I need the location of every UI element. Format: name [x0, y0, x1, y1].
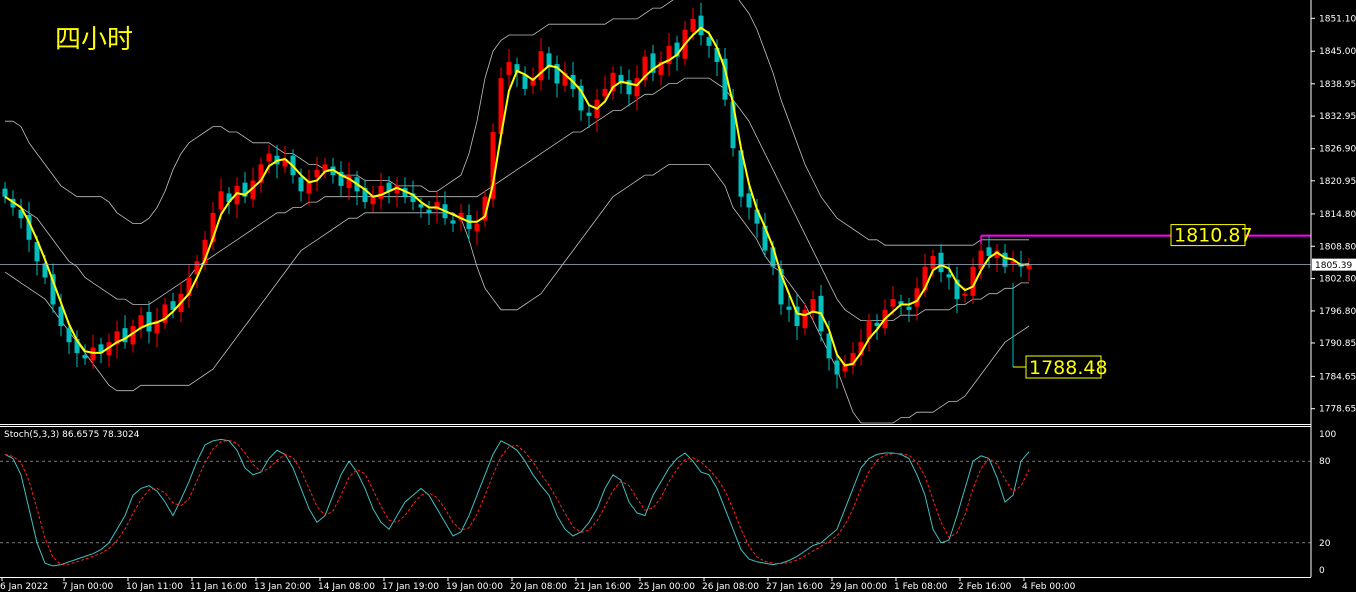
candle-body — [602, 88, 608, 97]
low-label: 1788.48 — [1029, 357, 1108, 379]
x-tick-label: 19 Jan 00:00 — [446, 582, 503, 592]
x-tick-label: 29 Jan 00:00 — [830, 582, 887, 592]
x-tick-label: 14 Jan 08:00 — [318, 582, 375, 592]
candle-body — [962, 293, 968, 296]
candle-body — [506, 61, 512, 75]
candle-body — [698, 15, 704, 36]
axes: 1805.39 1851.10 1845.00 1838.95 1832.95 1826.… — [0, 0, 1356, 592]
y-tick-label: 1802.80 — [1319, 275, 1356, 285]
x-tick-label: 7 Jan 00:00 — [62, 582, 114, 592]
bollinger-upper — [5, 0, 1029, 246]
candle-body — [2, 188, 8, 197]
candle-body — [522, 74, 528, 89]
candle-body — [986, 247, 992, 256]
stoch-y-tick-label: 100 — [1319, 430, 1336, 440]
candle-body — [938, 252, 944, 273]
stoch-y-tick-label: 0 — [1319, 566, 1325, 576]
x-tick-label: 20 Jan 08:00 — [510, 582, 567, 592]
x-tick-label: 27 Jan 16:00 — [766, 582, 823, 592]
x-tick-label: 26 Jan 08:00 — [702, 582, 759, 592]
x-tick-label: 10 Jan 11:00 — [126, 582, 183, 592]
candle-body — [66, 328, 72, 343]
y-tick-label: 1820.95 — [1319, 177, 1356, 187]
bollinger-middle — [4, 77, 1029, 322]
y-tick-label: 1790.85 — [1319, 339, 1356, 349]
candle-body — [810, 299, 816, 312]
y-tick-label: 1851.10 — [1319, 14, 1356, 24]
candle-body — [586, 112, 592, 116]
candle-body — [418, 204, 424, 208]
candle-body — [930, 255, 936, 269]
x-tick-label: 11 Jan 16:00 — [190, 582, 247, 592]
stoch-y-tick-label: 20 — [1319, 539, 1331, 549]
x-tick-label: 21 Jan 16:00 — [574, 582, 631, 592]
candle-body — [690, 18, 696, 32]
candle-body — [298, 177, 304, 192]
y-tick-label: 1832.95 — [1319, 112, 1356, 122]
y-tick-label: 1778.65 — [1319, 405, 1356, 415]
candle-body — [218, 191, 224, 210]
y-tick-label: 1838.95 — [1319, 80, 1356, 90]
candle-body — [378, 185, 384, 199]
timeframe-title: 四小时 — [55, 25, 133, 55]
trading-chart[interactable]: 1810.87 1788.48 1805.39 1851.10 1845.00 1838… — [0, 0, 1356, 592]
x-tick-label: 17 Jan 19:00 — [382, 582, 439, 592]
resistance-label: 1810.87 — [1174, 225, 1253, 247]
candle-body — [890, 299, 896, 307]
candle-body — [426, 209, 432, 213]
candle-body — [906, 306, 912, 310]
stochastic-label: Stoch(5,3,3) 86.6575 78.3024 — [4, 430, 140, 440]
candle-body — [634, 78, 640, 97]
current-price-label: 1805.39 — [1315, 261, 1352, 271]
candle-body — [746, 193, 752, 208]
y-tick-label: 1808.80 — [1319, 242, 1356, 252]
stoch-d-line — [4, 439, 1030, 566]
x-tick-label: 2 Feb 16:00 — [958, 582, 1012, 592]
y-tick-label: 1826.90 — [1319, 145, 1356, 155]
x-tick-label: 4 Feb 00:00 — [1022, 582, 1076, 592]
y-tick-label: 1814.80 — [1319, 210, 1356, 220]
stoch-y-tick-label: 80 — [1319, 457, 1331, 467]
candle-body — [146, 311, 152, 332]
candle-body — [474, 223, 480, 232]
stochastic-pane[interactable] — [0, 438, 1311, 567]
bollinger-lower — [4, 163, 1030, 424]
candle-body — [786, 306, 792, 310]
price-pane[interactable]: 1810.87 1788.48 — [0, 0, 1311, 424]
candle-body — [706, 37, 712, 46]
x-tick-label: 13 Jan 20:00 — [254, 582, 311, 592]
x-tick-label: 1 Feb 08:00 — [894, 582, 948, 592]
candle-body — [314, 169, 320, 178]
candle-body — [538, 51, 544, 81]
candle-body — [370, 196, 376, 205]
candle-body — [450, 220, 456, 224]
candle-body — [946, 274, 952, 278]
x-tick-label: 25 Jan 00:00 — [638, 582, 695, 592]
candle-body — [802, 309, 808, 329]
candle-body — [266, 153, 272, 162]
candle-body — [90, 347, 96, 361]
candle-body — [82, 355, 88, 359]
y-tick-label: 1845.00 — [1319, 47, 1356, 57]
candle-body — [834, 360, 840, 375]
candle-body — [874, 322, 880, 327]
y-tick-label: 1784.65 — [1319, 372, 1356, 382]
y-tick-label: 1796.80 — [1319, 307, 1356, 317]
x-tick-label: 6 Jan 2022 — [0, 582, 48, 592]
stoch-k-line — [4, 438, 1030, 567]
